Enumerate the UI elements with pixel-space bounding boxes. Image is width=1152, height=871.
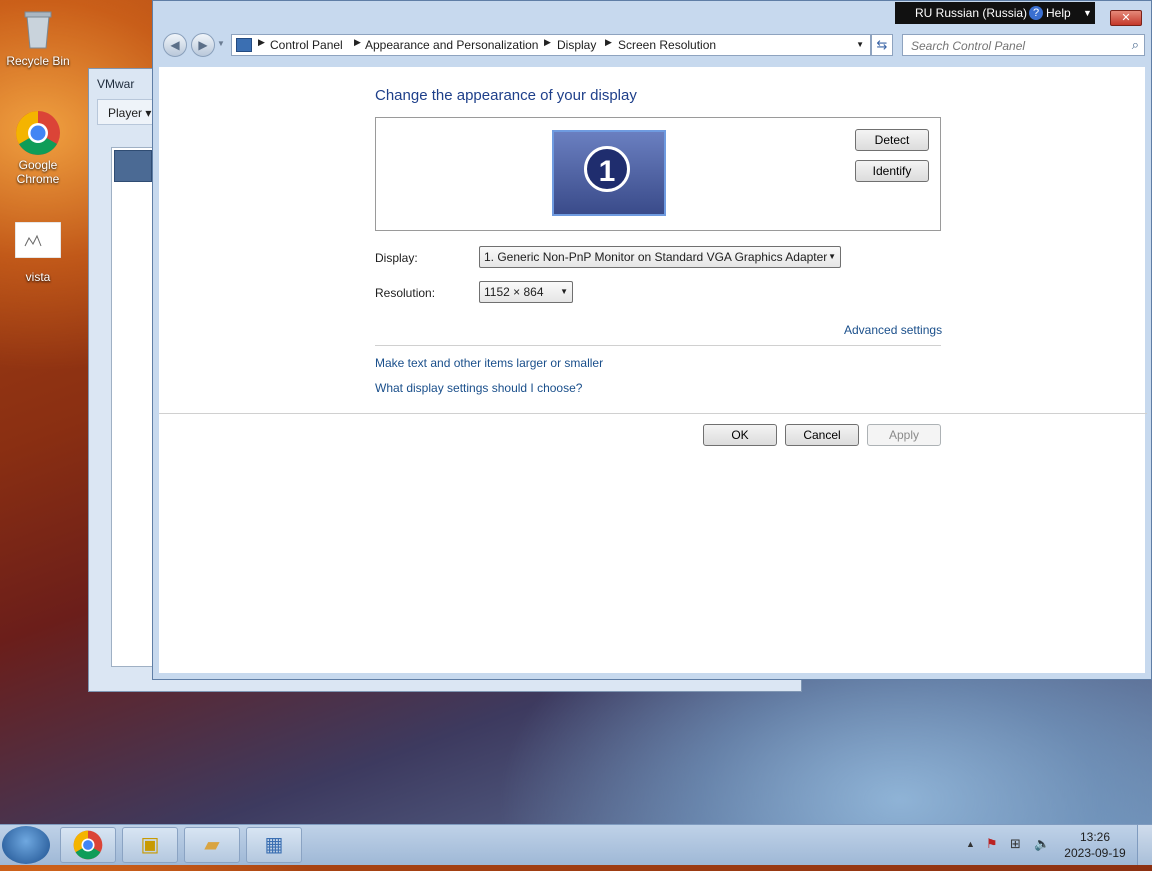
desktop-icon-recycle-bin[interactable]: Recycle Bin — [2, 6, 74, 68]
taskbar-control-panel[interactable]: ▦ — [246, 827, 302, 863]
player-menu[interactable]: Player ▾ — [97, 99, 155, 125]
ok-button[interactable]: OK — [703, 424, 777, 446]
language-indicator[interactable]: RU Russian (Russia) — [915, 2, 1027, 24]
resolution-label: Resolution: — [375, 286, 436, 300]
language-bar[interactable]: RU Russian (Russia) ? Help ▼ — [895, 2, 1095, 24]
player-menu-label: Player — [108, 106, 143, 120]
taskbar: ▣ ▰ ▦ ▲ ⚑ ⊞ 🔈 13:26 2023-09-19 — [0, 824, 1152, 865]
desktop-icon-label: Recycle Bin — [6, 54, 70, 68]
close-button[interactable]: ✕ — [1110, 10, 1142, 26]
breadcrumb-separator-icon[interactable]: ▶ — [544, 37, 551, 48]
chrome-icon — [15, 110, 61, 156]
volume-muted-icon[interactable]: 🔈 — [1034, 836, 1050, 852]
home-icon[interactable] — [114, 150, 152, 182]
system-tray: ▲ ⚑ ⊞ 🔈 13:26 2023-09-19 — [960, 825, 1140, 865]
taskbar-chrome[interactable] — [60, 827, 116, 863]
display-select-value: 1. Generic Non-PnP Monitor on Standard V… — [484, 250, 828, 264]
navigation-bar: ◀ ▶ ▼ ▶ Control Panel ▶ Appearance and P… — [159, 31, 1145, 63]
breadcrumb-control-panel[interactable]: Control Panel — [270, 38, 343, 52]
chrome-icon — [73, 830, 103, 865]
display-settings-help-link[interactable]: What display settings should I choose? — [375, 381, 582, 395]
display-preview: 1 Detect Identify — [375, 117, 941, 231]
folder-icon: ▰ — [204, 834, 220, 856]
recent-pages-dropdown-icon[interactable]: ▼ — [217, 39, 225, 48]
action-center-flag-icon[interactable]: ⚑ — [986, 836, 998, 852]
divider — [375, 345, 941, 346]
network-icon[interactable]: ⊞ — [1010, 836, 1021, 852]
search-box[interactable]: ⌕ — [902, 34, 1145, 56]
breadcrumb-appearance[interactable]: Appearance and Personalization — [365, 38, 538, 52]
display-label: Display: — [375, 251, 418, 265]
identify-button[interactable]: Identify — [855, 160, 929, 182]
refresh-icon[interactable]: ⇆ — [871, 34, 893, 56]
breadcrumb-separator-icon[interactable]: ▶ — [605, 37, 612, 48]
language-bar-options-icon[interactable]: ▼ — [1083, 2, 1092, 24]
resolution-select-value: 1152 × 864 — [484, 285, 544, 299]
breadcrumb-separator-icon[interactable]: ▶ — [354, 37, 361, 48]
page-title: Change the appearance of your display — [375, 87, 637, 104]
breadcrumb-screen-resolution[interactable]: Screen Resolution — [618, 38, 716, 52]
search-icon[interactable]: ⌕ — [1132, 37, 1139, 53]
divider — [159, 413, 1147, 414]
recycle-bin-icon — [15, 6, 61, 52]
breadcrumb-display[interactable]: Display — [557, 38, 596, 52]
chevron-down-icon: ▼ — [828, 252, 836, 261]
forward-button[interactable]: ▶ — [191, 33, 215, 57]
breadcrumb-separator-icon: ▶ — [258, 37, 265, 47]
show-hidden-icons-icon[interactable]: ▲ — [966, 839, 975, 849]
monitor-number: 1 — [584, 146, 630, 192]
desktop-icon-google-chrome[interactable]: Google Chrome — [2, 110, 74, 186]
apply-button[interactable]: Apply — [867, 424, 941, 446]
back-button[interactable]: ◀ — [163, 33, 187, 57]
clock-time: 13:26 — [1079, 830, 1111, 844]
desktop-icon-label: vista — [25, 270, 51, 284]
address-bar[interactable]: ▶ Control Panel ▶ Appearance and Persona… — [231, 34, 871, 56]
start-button[interactable] — [2, 826, 50, 864]
taskbar-vmware[interactable]: ▣ — [122, 827, 178, 863]
clock-date: 2023-09-19 — [1064, 846, 1126, 860]
vmware-title: VMwar — [97, 77, 135, 91]
help-label[interactable]: Help — [1046, 2, 1071, 24]
content-pane: Change the appearance of your display 1 … — [159, 67, 1147, 673]
monitor-icon[interactable]: 1 — [552, 130, 666, 216]
text-size-link[interactable]: Make text and other items larger or smal… — [375, 356, 603, 370]
clock[interactable]: 13:26 2023-09-19 — [1060, 829, 1130, 861]
vmware-icon: ▣ — [140, 834, 160, 856]
chevron-down-icon: ▼ — [560, 287, 568, 296]
help-icon[interactable]: ? — [1029, 6, 1043, 20]
cancel-button[interactable]: Cancel — [785, 424, 859, 446]
show-desktop-button[interactable] — [1137, 825, 1152, 865]
screen-resolution-window: ◀ ▶ ▼ ▶ Control Panel ▶ Appearance and P… — [152, 0, 1152, 680]
taskbar-explorer[interactable]: ▰ — [184, 827, 240, 863]
advanced-settings-link[interactable]: Advanced settings — [844, 323, 942, 337]
detect-button[interactable]: Detect — [855, 129, 929, 151]
control-panel-icon: ▦ — [264, 834, 284, 856]
desktop-icon-label: Google Chrome — [16, 158, 60, 186]
address-dropdown-icon[interactable]: ▼ — [856, 40, 864, 49]
image-file-icon — [14, 221, 62, 268]
control-panel-icon — [236, 38, 252, 52]
desktop-icon-vista[interactable]: vista — [2, 221, 74, 284]
search-input[interactable] — [909, 36, 1123, 56]
display-select[interactable]: 1. Generic Non-PnP Monitor on Standard V… — [479, 246, 841, 268]
resolution-select[interactable]: 1152 × 864 ▼ — [479, 281, 573, 303]
